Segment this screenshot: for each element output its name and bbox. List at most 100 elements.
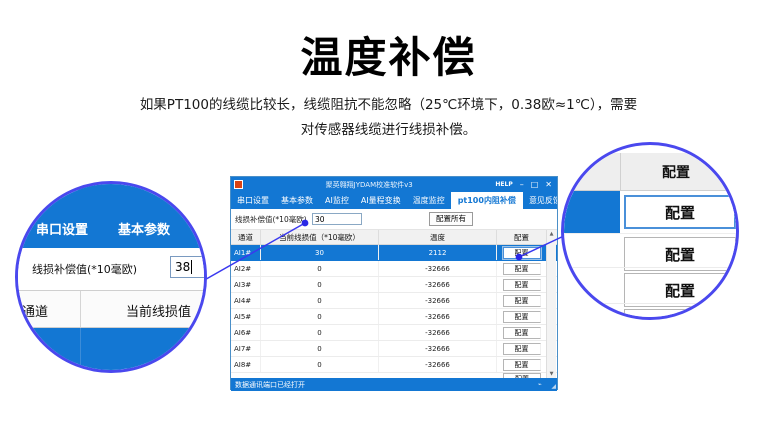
line-loss-cell: 30 (261, 245, 379, 260)
config-button[interactable]: 配置 (503, 247, 541, 259)
temperature-cell: -32666 (379, 293, 497, 308)
config-button[interactable]: 配置 (503, 327, 541, 339)
status-bar: 数据通讯端口已经打开 ⌁ ◢ (231, 378, 557, 391)
line-loss-cell: 0 (261, 277, 379, 292)
magnified-config-header-label: 配置 (626, 162, 726, 182)
config-button[interactable]: 配置 (503, 311, 541, 323)
line-loss-cell: 0 (261, 325, 379, 340)
magnified-selected-row: 配置 (564, 191, 736, 234)
table-row[interactable]: AI8# 0 -32666 配置 (231, 357, 557, 373)
app-window: 聚英翱翔JYDAM校准软件v3 HELP – □ ✕ 串口设置 基本参数 AI监… (230, 176, 558, 390)
channel-cell: AI2# (231, 261, 261, 276)
tab-bar: 串口设置 基本参数 AI监控 AI量程变换 温度监控 pt100内阻补偿 意见反… (231, 192, 557, 209)
config-all-button[interactable]: 配置所有 (429, 212, 473, 226)
magnified-line-loss-input: 38 (170, 256, 207, 278)
tab-basic-params[interactable]: 基本参数 (275, 192, 319, 209)
tab-temperature-monitor[interactable]: 温度监控 (407, 192, 451, 209)
right-magnifier-callout: 配置 配置 配置 配置 配置 (561, 142, 739, 320)
tab-ai-range-convert[interactable]: AI量程变换 (355, 192, 407, 209)
magnified-config-button: 配置 (624, 237, 736, 271)
temperature-cell: -32666 (379, 325, 497, 340)
close-button[interactable]: ✕ (545, 181, 552, 189)
magnified-header-line-loss: 当前线损值 (126, 301, 191, 320)
temperature-cell: 2112 (379, 245, 497, 260)
temperature-cell: -32666 (379, 309, 497, 324)
table-row[interactable]: AI7# 0 -32666 配置 (231, 341, 557, 357)
magnified-config-button: 配置 (624, 195, 736, 229)
header-config: 配置 (497, 230, 547, 244)
line-loss-input[interactable] (312, 213, 362, 225)
channel-cell: AI5# (231, 309, 261, 324)
line-loss-cell: 0 (261, 309, 379, 324)
config-button[interactable]: 配置 (503, 359, 541, 371)
table-scrollbar[interactable]: ▲ ▼ (546, 230, 556, 378)
channel-cell: AI6# (231, 325, 261, 340)
row-divider (564, 267, 736, 268)
magnified-config-header: 配置 (564, 153, 736, 191)
line-loss-cell: 0 (261, 293, 379, 308)
app-icon (234, 180, 243, 189)
table-row[interactable]: AI2# 0 -32666 配置 (231, 261, 557, 277)
magnified-selected-cell (564, 191, 620, 233)
magnified-input-value: 38 (175, 260, 190, 274)
text-caret (191, 260, 192, 274)
status-text: 数据通讯端口已经打开 (235, 380, 305, 390)
subtitle-line-1: 如果PT100的线缆比较长，线缆阻抗不能忽略（25℃环境下，0.38欧≈1℃），… (0, 93, 777, 118)
channel-cell: AI4# (231, 293, 261, 308)
line-loss-input-label: 线损补偿值(*10毫欧) (235, 214, 307, 225)
temperature-cell: -32666 (379, 341, 497, 356)
column-divider (80, 291, 81, 327)
temperature-cell: -32666 (379, 277, 497, 292)
table-row[interactable]: AI6# 0 -32666 配置 (231, 325, 557, 341)
page: 温度补偿 如果PT100的线缆比较长，线缆阻抗不能忽略（25℃环境下，0.38欧… (0, 0, 777, 426)
header-channel: 通道 (231, 230, 261, 244)
magnified-table-header: 通道 当前线损值 (18, 290, 204, 328)
magnified-selected-row (18, 328, 204, 373)
tab-pt100-compensation[interactable]: pt100内阻补偿 (451, 192, 523, 209)
tab-ai-monitor[interactable]: AI监控 (319, 192, 355, 209)
tab-serial-settings[interactable]: 串口设置 (231, 192, 275, 209)
config-button[interactable]: 配置 (503, 263, 541, 275)
minimize-button[interactable]: – (520, 181, 524, 189)
header-temperature: 温度 (379, 230, 497, 244)
table-row[interactable]: AI3# 0 -32666 配置 (231, 277, 557, 293)
table-row[interactable]: AI1# 30 2112 配置 (231, 245, 557, 261)
tab-feedback[interactable]: 意见反馈 (523, 192, 557, 209)
config-button[interactable]: 配置 (503, 279, 541, 291)
resize-grip-icon[interactable]: ◢ (551, 384, 556, 390)
channel-cell: AI7# (231, 341, 261, 356)
column-divider (80, 328, 81, 373)
magnified-tab-basic-params: 基本参数 (118, 219, 170, 238)
scroll-up-icon[interactable]: ▲ (547, 231, 556, 237)
window-titlebar: 聚英翱翔JYDAM校准软件v3 HELP – □ ✕ (231, 177, 557, 192)
maximize-button[interactable]: □ (531, 181, 539, 189)
header-line-loss: 当前线损值（*10毫欧） (261, 230, 379, 244)
window-title: 聚英翱翔JYDAM校准软件v3 (243, 180, 495, 190)
magnified-config-button: 配置 (624, 309, 736, 320)
table-row[interactable]: AI4# 0 -32666 配置 (231, 293, 557, 309)
config-button[interactable]: 配置 (503, 343, 541, 355)
magnified-tab-serial-settings: 串口设置 (36, 219, 88, 238)
magnified-line-loss-label: 线损补偿值(*10毫欧) (32, 261, 137, 277)
left-magnifier-callout: 串口设置 基本参数 线损补偿值(*10毫欧) 38 通道 当前线损值 (15, 181, 207, 373)
column-divider (620, 153, 621, 190)
config-button[interactable]: 配置 (503, 295, 541, 307)
page-title: 温度补偿 (0, 24, 777, 85)
channel-cell: AI1# (231, 245, 261, 260)
line-loss-cell: 0 (261, 341, 379, 356)
subtitle-line-2: 对传感器线缆进行线损补偿。 (0, 118, 777, 143)
line-loss-cell: 0 (261, 357, 379, 372)
channel-cell: AI8# (231, 357, 261, 372)
magnified-header-channel: 通道 (22, 301, 48, 320)
magnified-toolbar: 线损补偿值(*10毫欧) 38 (18, 248, 204, 290)
row-divider (564, 303, 736, 304)
table-row[interactable]: AI5# 0 -32666 配置 (231, 309, 557, 325)
status-connection-icon: ⌁ (538, 381, 545, 388)
help-button[interactable]: HELP (495, 181, 512, 188)
temperature-cell: -32666 (379, 357, 497, 372)
channel-cell: AI3# (231, 277, 261, 292)
page-subtitle: 如果PT100的线缆比较长，线缆阻抗不能忽略（25℃环境下，0.38欧≈1℃），… (0, 93, 777, 143)
scroll-down-icon[interactable]: ▼ (547, 371, 556, 377)
line-loss-cell: 0 (261, 261, 379, 276)
magnified-tab-bar: 串口设置 基本参数 (18, 184, 204, 248)
